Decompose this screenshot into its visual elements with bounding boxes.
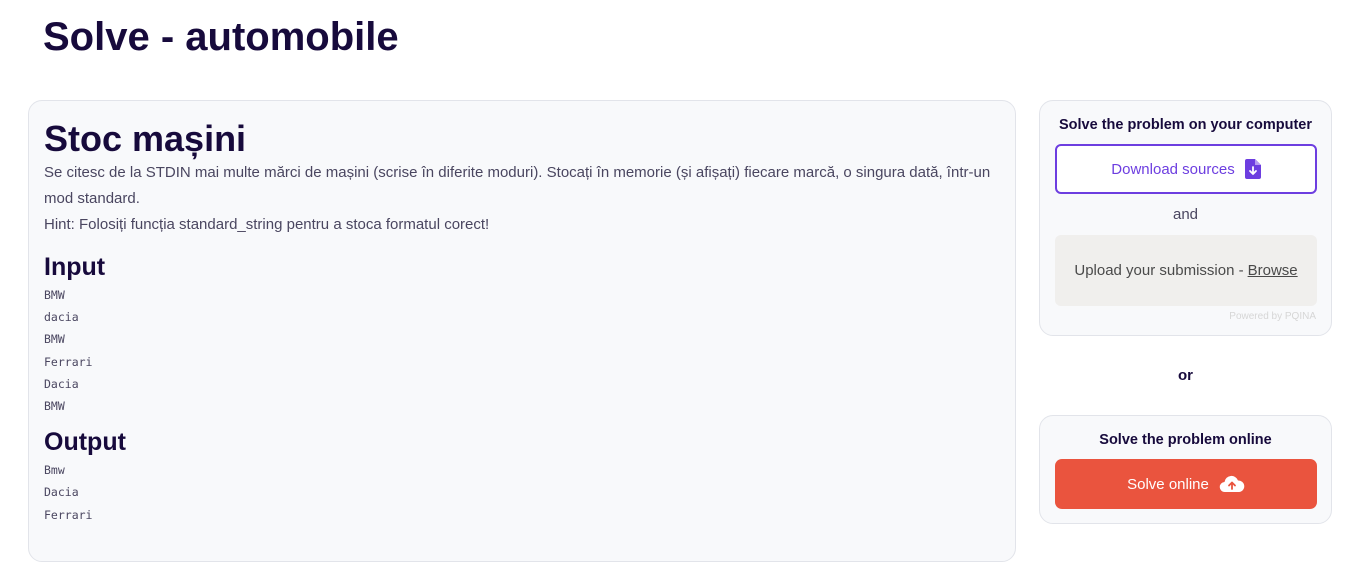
solve-on-computer-card: Solve the problem on your computer Downl… [1039, 100, 1332, 336]
file-download-icon [1244, 159, 1261, 179]
input-line: Ferrari [44, 354, 93, 369]
solve-online-button[interactable]: Solve online [1055, 459, 1317, 509]
problem-hint: Hint: Folosiți funcția standard_string p… [44, 216, 490, 233]
solve-online-label: Solve online [1127, 475, 1209, 493]
solve-on-computer-heading: Solve the problem on your computer [1059, 117, 1312, 133]
input-line: Dacia [44, 376, 79, 391]
input-example: BMW dacia BMW Ferrari Dacia BMW [44, 284, 1000, 417]
output-line: Ferrari [44, 507, 93, 522]
output-example: Bmw Dacia Ferrari [44, 459, 1000, 526]
page-title: Solve - automobile [43, 15, 399, 59]
download-sources-label: Download sources [1111, 160, 1235, 178]
output-line: Bmw [44, 463, 65, 478]
browse-link[interactable]: Browse [1248, 262, 1298, 279]
solve-online-heading: Solve the problem online [1099, 432, 1272, 448]
or-separator: or [1178, 367, 1193, 384]
and-separator: and [1172, 206, 1199, 223]
input-line: BMW [44, 332, 65, 347]
download-sources-button[interactable]: Download sources [1055, 144, 1317, 194]
cloud-upload-icon [1219, 475, 1245, 493]
upload-submission-dropzone[interactable]: Upload your submission - Browse [1055, 235, 1317, 306]
input-line: BMW [44, 288, 65, 302]
powered-by-label[interactable]: Powered by PQINA [1229, 311, 1316, 322]
problem-title: Stoc mașini [44, 118, 247, 159]
output-line: Dacia [44, 485, 79, 500]
input-line: BMW [44, 399, 65, 414]
problem-description: Se citesc de la STDIN mai multe mărci de… [44, 164, 991, 207]
output-heading: Output [44, 428, 126, 457]
upload-submission-text: Upload your submission - [1074, 262, 1244, 279]
input-heading: Input [44, 253, 106, 281]
input-line: dacia [44, 310, 79, 325]
solve-online-card: Solve the problem online Solve online [1039, 415, 1332, 524]
problem-statement-card: Stoc mașini Se citesc de la STDIN mai mu… [28, 100, 1016, 562]
